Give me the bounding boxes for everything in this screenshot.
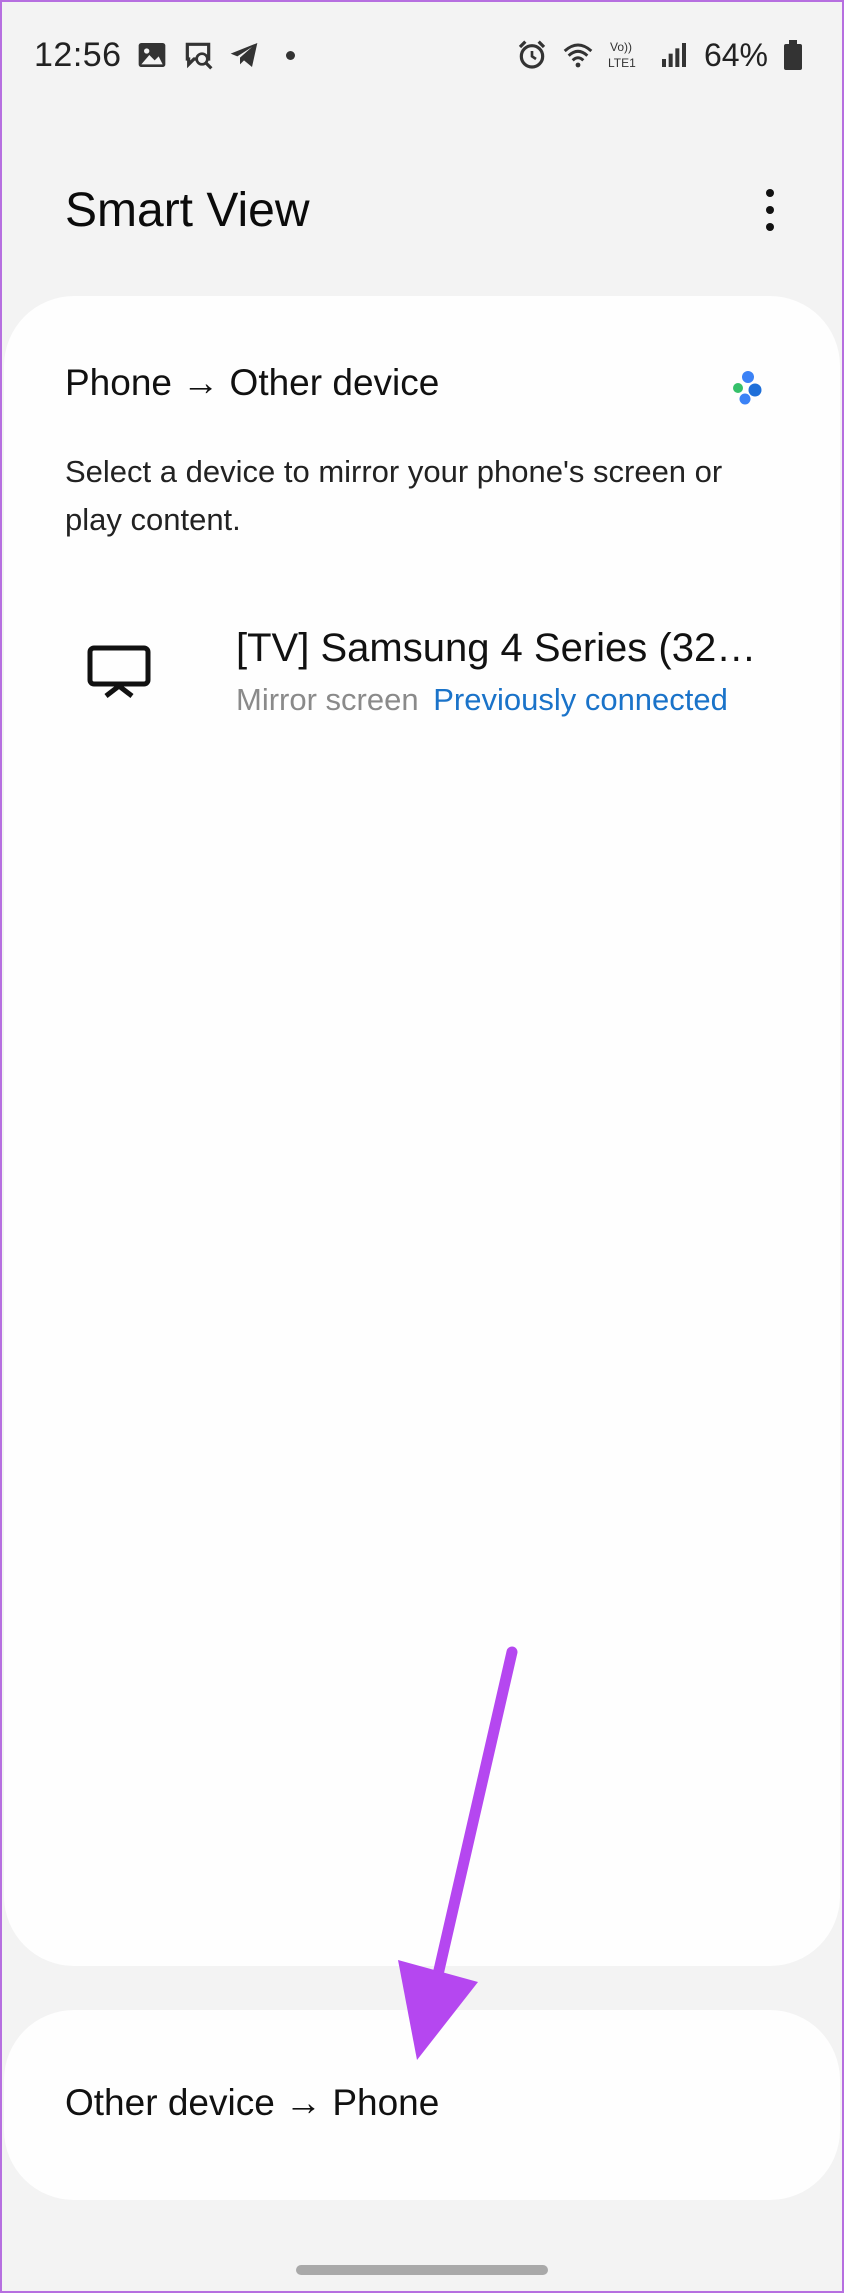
section-title-device-to-phone: Other device → Phone [65, 2082, 440, 2123]
status-time: 12:56 [34, 35, 122, 74]
more-vertical-icon [766, 189, 774, 197]
battery-icon [784, 40, 802, 70]
device-mode: Mirror screen [236, 682, 419, 717]
status-bar: 12:56 Vo)) LTE1 64% [0, 0, 844, 110]
purple-arrow-icon [398, 1646, 518, 2060]
app-header: Smart View [0, 160, 844, 260]
page-title: Smart View [65, 183, 310, 237]
device-name: [TV] Samsung 4 Series (32… [236, 626, 757, 670]
volte-lte-icon: Vo)) LTE1 [608, 40, 636, 70]
scanning-dots-icon [733, 371, 762, 405]
volte-label: Vo)) [610, 40, 632, 54]
status-bar-left: 12:56 [34, 36, 295, 75]
gallery-icon [138, 43, 165, 67]
section-title-phone-to-device: Phone → Other device [65, 362, 440, 403]
chat-search-icon [185, 42, 213, 70]
device-connection-status: Previously connected [433, 682, 728, 717]
more-options-button[interactable] [740, 180, 800, 240]
signal-icon [661, 43, 686, 67]
telegram-icon [230, 43, 257, 67]
battery-percent: 64% [703, 36, 768, 73]
section-description: Select a device to mirror your phone's s… [65, 454, 723, 537]
tv-icon [87, 645, 151, 698]
device-subtitle: Mirror screen Previously connected [236, 682, 728, 718]
gesture-nav-handle[interactable] [296, 2265, 548, 2275]
notification-dot-icon [285, 50, 295, 60]
device-list-item[interactable]: [TV] Samsung 4 Series (32… Mirror screen… [44, 616, 804, 736]
lte-label: LTE1 [608, 56, 636, 70]
status-bar-right: Vo)) LTE1 64% [516, 37, 804, 74]
more-vertical-icon-dot [766, 206, 774, 214]
more-vertical-icon-dot [766, 223, 774, 231]
alarm-icon [518, 40, 546, 69]
wifi-icon [563, 43, 593, 68]
